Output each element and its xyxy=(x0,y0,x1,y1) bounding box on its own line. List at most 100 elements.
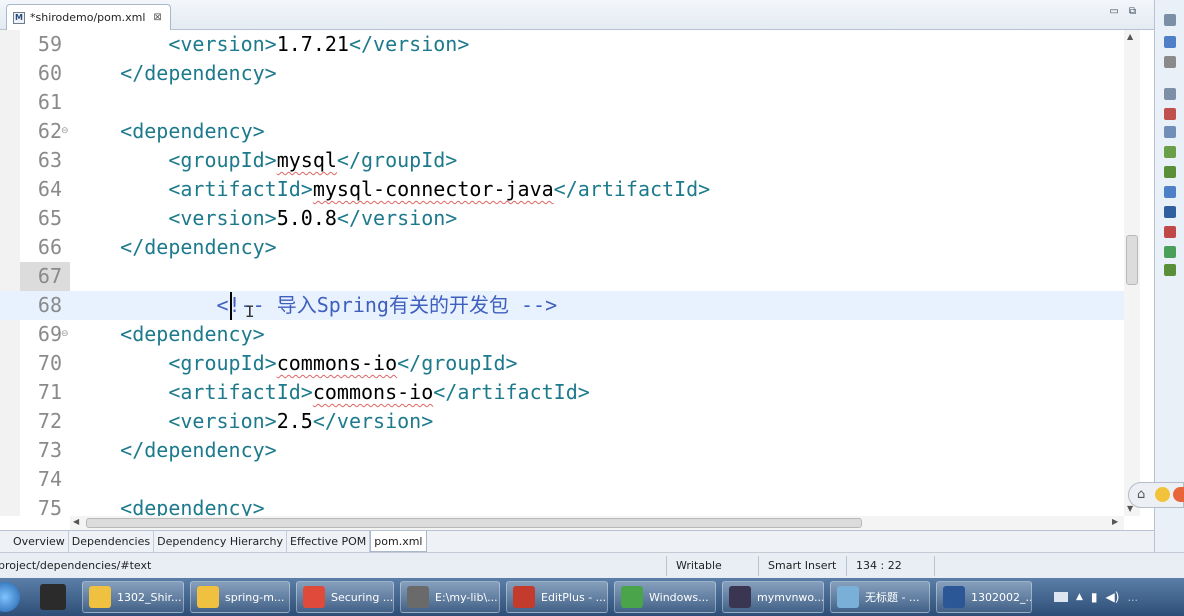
code-line[interactable]: 66 </dependency> xyxy=(0,233,1124,262)
scroll-up-icon[interactable]: ▲ xyxy=(1127,32,1133,41)
console-icon[interactable] xyxy=(1164,126,1176,138)
code-line[interactable]: 62 ⊖ <dependency> xyxy=(0,117,1124,146)
taskbar-button[interactable]: E:\my-lib\... xyxy=(400,581,500,613)
pom-tab-effective-pom[interactable]: Effective POM xyxy=(287,531,371,552)
taskbar-button[interactable]: EditPlus - ... xyxy=(506,581,608,613)
code-line[interactable]: 73 </dependency> xyxy=(0,436,1124,465)
scroll-left-icon[interactable]: ◀ xyxy=(73,517,79,526)
line-number: 69 xyxy=(37,322,62,346)
progress-icon[interactable] xyxy=(1164,246,1176,258)
code-line[interactable]: 71 <artifactId>commons-io</artifactId> xyxy=(0,378,1124,407)
code-text[interactable]: <artifactId>commons-io</artifactId> xyxy=(72,378,589,407)
code-text[interactable]: <version>5.0.8</version> xyxy=(72,204,457,233)
code-text[interactable]: <dependency> xyxy=(72,320,265,349)
xml-source-editor[interactable]: 59 <version>1.7.21</version> 60 </depende… xyxy=(0,30,1124,520)
editor-tab-bar: M *shirodemo/pom.xml ⊠ ▭ ⧉ xyxy=(0,0,1154,30)
taskbar-button-label: Windows... xyxy=(649,590,709,604)
restore-button[interactable]: ⧉ xyxy=(1129,6,1136,17)
home-icon[interactable]: ⌂ xyxy=(1137,487,1145,502)
code-text[interactable]: <version>1.7.21</version> xyxy=(72,30,469,59)
signal-icon[interactable]: ▮ xyxy=(1091,590,1098,604)
code-line[interactable]: 70 <groupId>commons-io</groupId> xyxy=(0,349,1124,378)
junit-icon[interactable] xyxy=(1164,264,1176,276)
code-text[interactable]: <version>2.5</version> xyxy=(72,407,433,436)
editor-tab-title: *shirodemo/pom.xml xyxy=(30,11,146,24)
snippets-icon[interactable] xyxy=(1164,206,1176,218)
line-number: 71 xyxy=(37,380,62,404)
line-number: 63 xyxy=(37,148,62,172)
ibeam-cursor-icon: I xyxy=(245,302,255,321)
code-text[interactable]: </dependency> xyxy=(72,59,277,88)
editor-tab-pom-xml[interactable]: M *shirodemo/pom.xml ⊠ xyxy=(6,4,171,30)
arrow-up-icon[interactable]: ▲ xyxy=(1076,592,1083,602)
data-source-icon[interactable] xyxy=(1164,186,1176,198)
code-line[interactable]: 69 ⊖ <dependency> xyxy=(0,320,1124,349)
pom-tab-pom-xml[interactable]: pom.xml xyxy=(370,531,427,552)
task-list-icon[interactable] xyxy=(1164,56,1176,68)
word-icon xyxy=(943,586,965,608)
windows-taskbar: 1302_Shir... spring-m... Securing ... E:\my… xyxy=(0,578,1184,616)
windows-icon xyxy=(621,586,643,608)
problems-icon[interactable] xyxy=(1164,108,1176,120)
folder-icon xyxy=(89,586,111,608)
pom-tab-dependency-hierarchy[interactable]: Dependency Hierarchy xyxy=(154,531,287,552)
taskbar-button[interactable]: 1302_Shir... xyxy=(82,581,184,613)
code-line[interactable]: 63 <groupId>mysql</groupId> xyxy=(0,146,1124,175)
code-line[interactable]: 64 <artifactId>mysql-connector-java</art… xyxy=(0,175,1124,204)
start-button[interactable] xyxy=(0,582,20,612)
code-line[interactable]: 60 </dependency> xyxy=(0,59,1124,88)
close-icon[interactable]: ⊠ xyxy=(153,12,161,23)
taskbar-button[interactable]: Securing ... xyxy=(296,581,394,613)
vertical-scrollbar[interactable]: ▲ ▼ xyxy=(1124,30,1140,516)
code-text[interactable]: <artifactId>mysql-connector-java</artifa… xyxy=(72,175,710,204)
code-line[interactable]: 68 <!-- 导入Spring有关的开发包 --> xyxy=(0,291,1124,320)
code-text[interactable]: <groupId>commons-io</groupId> xyxy=(72,349,517,378)
folder-icon xyxy=(197,586,219,608)
servers-icon[interactable] xyxy=(1164,146,1176,158)
horizontal-scrollbar[interactable]: ◀ ▶ xyxy=(70,516,1124,530)
emoji-icon[interactable] xyxy=(1173,487,1184,502)
taskbar-button[interactable]: Windows... xyxy=(614,581,716,613)
line-number: 59 xyxy=(37,32,62,56)
emoji-icon[interactable] xyxy=(1155,487,1170,502)
line-number: 68 xyxy=(37,293,62,317)
maven-icon[interactable] xyxy=(1164,166,1176,178)
pinned-app-icon[interactable] xyxy=(40,584,66,610)
restore-view-icon[interactable] xyxy=(1164,14,1176,26)
code-text[interactable]: <groupId>mysql</groupId> xyxy=(72,146,457,175)
restore-view-icon[interactable] xyxy=(1164,88,1176,100)
pom-editor-tabs: Overview Dependencies Dependency Hierarchy… xyxy=(0,530,1154,552)
code-text[interactable]: <!-- 导入Spring有关的开发包 --> xyxy=(72,291,558,320)
code-line[interactable]: 65 <version>5.0.8</version> xyxy=(0,204,1124,233)
line-number: 61 xyxy=(37,90,62,114)
vertical-scroll-thumb[interactable] xyxy=(1126,235,1138,285)
status-xpath: project/dependencies/#text xyxy=(0,559,152,572)
outline-icon[interactable] xyxy=(1164,36,1176,48)
code-line[interactable]: 67 xyxy=(0,262,1124,291)
search-icon[interactable] xyxy=(1164,226,1176,238)
fold-toggle-icon[interactable]: ⊖ xyxy=(61,126,69,136)
taskbar-button[interactable]: 无标题 - ... xyxy=(830,581,930,613)
code-line[interactable]: 61 xyxy=(0,88,1124,117)
pom-tab-dependencies[interactable]: Dependencies xyxy=(69,531,155,552)
fold-toggle-icon[interactable]: ⊖ xyxy=(61,329,69,339)
code-text[interactable]: <dependency> xyxy=(72,117,265,146)
ime-floating-toolbar[interactable]: ⌂ xyxy=(1128,482,1184,508)
line-number: 75 xyxy=(37,496,62,520)
volume-icon[interactable]: ◀) xyxy=(1106,590,1120,604)
editor-window-controls: ▭ ⧉ xyxy=(1109,6,1136,17)
taskbar-button[interactable]: 1302002_... xyxy=(936,581,1032,613)
scroll-right-icon[interactable]: ▶ xyxy=(1112,517,1118,526)
code-line[interactable]: 59 <version>1.7.21</version> xyxy=(0,30,1124,59)
taskbar-button[interactable]: spring-m... xyxy=(190,581,290,613)
network-icon[interactable] xyxy=(1054,592,1068,602)
taskbar-button[interactable]: mymvnwo... xyxy=(722,581,824,613)
code-line[interactable]: 72 <version>2.5</version> xyxy=(0,407,1124,436)
code-text[interactable]: </dependency> xyxy=(72,436,277,465)
code-line[interactable]: 74 xyxy=(0,465,1124,494)
minimize-button[interactable]: ▭ xyxy=(1109,6,1118,17)
code-text[interactable]: </dependency> xyxy=(72,233,277,262)
horizontal-scroll-thumb[interactable] xyxy=(86,518,862,528)
pom-tab-overview[interactable]: Overview xyxy=(10,531,69,552)
line-number: 70 xyxy=(37,351,62,375)
